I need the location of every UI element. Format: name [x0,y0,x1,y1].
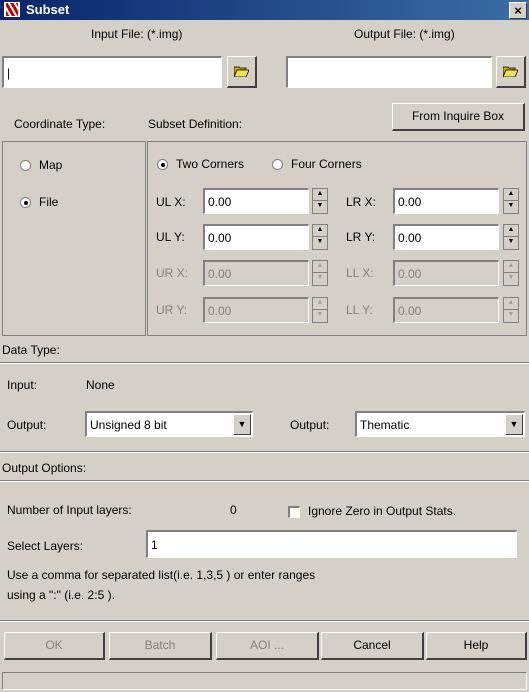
lrx-label: LR X: [346,195,377,209]
llx-spinner: ▲ ▼ [503,260,519,286]
input-file-browse-button[interactable] [227,56,257,88]
title-bar [0,0,529,20]
select-layers-label: Select Layers: [7,539,84,553]
radio-file-label[interactable]: File [39,195,58,209]
ulx-input[interactable]: 0.00 [203,188,309,214]
select-layers-input[interactable]: 1 [146,530,517,558]
radio-map[interactable] [20,160,31,171]
ok-button: OK [4,632,105,660]
spin-up-icon: ▲ [504,261,518,273]
spin-down-icon: ▼ [316,274,324,281]
ury-label: UR Y: [156,303,188,317]
output-options-label: Output Options: [2,461,87,475]
spin-up-icon: ▲ [313,261,327,273]
output-type2-label: Output: [290,418,330,432]
section-divider [0,480,529,482]
spin-up-icon[interactable]: ▲ [504,189,518,201]
output-type-select[interactable]: Unsigned 8 bit [85,411,253,437]
coordinate-type-label: Coordinate Type: [14,117,106,131]
spin-down-icon[interactable]: ▼ [504,201,518,213]
ignore-zero-checkbox[interactable] [288,506,300,518]
spin-down-icon[interactable]: ▼ [504,237,518,249]
section-divider [0,620,529,622]
radio-two-corners[interactable] [157,159,168,170]
output-type-label: Output: [7,418,47,432]
select-layers-help-line1: Use a comma for separated list(i.e. 1,3,… [7,568,316,582]
ignore-zero-label[interactable]: Ignore Zero in Output Stats. [308,504,456,518]
ury-spinner: ▲ ▼ [312,297,328,323]
subset-definition-label: Subset Definition: [148,117,243,131]
urx-label: UR X: [156,266,189,280]
spin-up-icon: ▲ [504,298,518,310]
cancel-button[interactable]: Cancel [321,632,424,660]
llx-label: LL X: [346,266,374,280]
input-type-value: None [86,378,115,392]
spin-down-icon: ▼ [507,311,515,318]
llx-input: 0.00 [393,260,499,286]
ulx-label: UL X: [156,195,186,209]
help-button[interactable]: Help [426,632,527,660]
folder-open-icon [502,66,519,78]
input-type-label: Input: [7,378,38,392]
num-input-layers-label: Number of Input layers: [7,503,132,517]
lrx-input[interactable]: 0.00 [393,188,499,214]
aoi-button: AOI ... [216,632,319,660]
uly-input[interactable]: 0.00 [203,224,309,250]
output-file-browse-button[interactable] [496,56,526,88]
lry-input[interactable]: 0.00 [393,224,499,250]
uly-spinner[interactable]: ▲ ▼ [312,224,328,250]
spin-down-icon[interactable]: ▼ [313,237,327,249]
chevron-down-icon[interactable]: ▼ [505,414,523,435]
spin-up-icon[interactable]: ▲ [313,189,327,201]
window-title: Subset [26,2,70,17]
num-input-layers-value: 0 [230,503,237,517]
ulx-spinner[interactable]: ▲ ▼ [312,188,328,214]
spin-up-icon[interactable]: ▲ [504,225,518,237]
select-layers-help-line2: using a ":" (i.e. 2:5 ). [7,588,115,602]
uly-label: UL Y: [156,230,185,244]
spin-up-icon: ▲ [313,298,327,310]
input-file-field[interactable]: | [2,56,222,88]
chevron-down-icon[interactable]: ▼ [233,414,251,435]
radio-four-corners[interactable] [272,159,283,170]
radio-four-corners-label[interactable]: Four Corners [291,157,362,171]
ury-input: 0.00 [203,297,309,323]
close-icon[interactable]: × [509,2,527,19]
from-inquire-box-button[interactable]: From Inquire Box [392,103,525,131]
lly-spinner: ▲ ▼ [503,297,519,323]
section-divider [0,362,529,364]
lry-label: LR Y: [346,230,376,244]
app-icon [4,2,20,17]
radio-file[interactable] [20,197,31,208]
folder-open-icon [233,66,250,78]
lly-input: 0.00 [393,297,499,323]
output-file-field[interactable] [286,56,492,88]
lrx-spinner[interactable]: ▲ ▼ [503,188,519,214]
spin-down-icon[interactable]: ▼ [313,201,327,213]
lly-label: LL Y: [346,303,373,317]
batch-button: Batch [109,632,212,660]
urx-spinner: ▲ ▼ [312,260,328,286]
urx-input: 0.00 [203,260,309,286]
input-file-label: Input File: (*.img) [91,27,183,41]
output-file-label: Output File: (*.img) [354,27,455,41]
lry-spinner[interactable]: ▲ ▼ [503,224,519,250]
output-layer-type-select[interactable]: Thematic [355,411,525,437]
radio-two-corners-label[interactable]: Two Corners [176,157,244,171]
section-divider [0,451,529,453]
status-bar [2,672,527,690]
data-type-label: Data Type: [2,343,60,357]
radio-map-label[interactable]: Map [39,158,62,172]
spin-up-icon[interactable]: ▲ [313,225,327,237]
spin-down-icon: ▼ [507,274,515,281]
spin-down-icon: ▼ [316,311,324,318]
